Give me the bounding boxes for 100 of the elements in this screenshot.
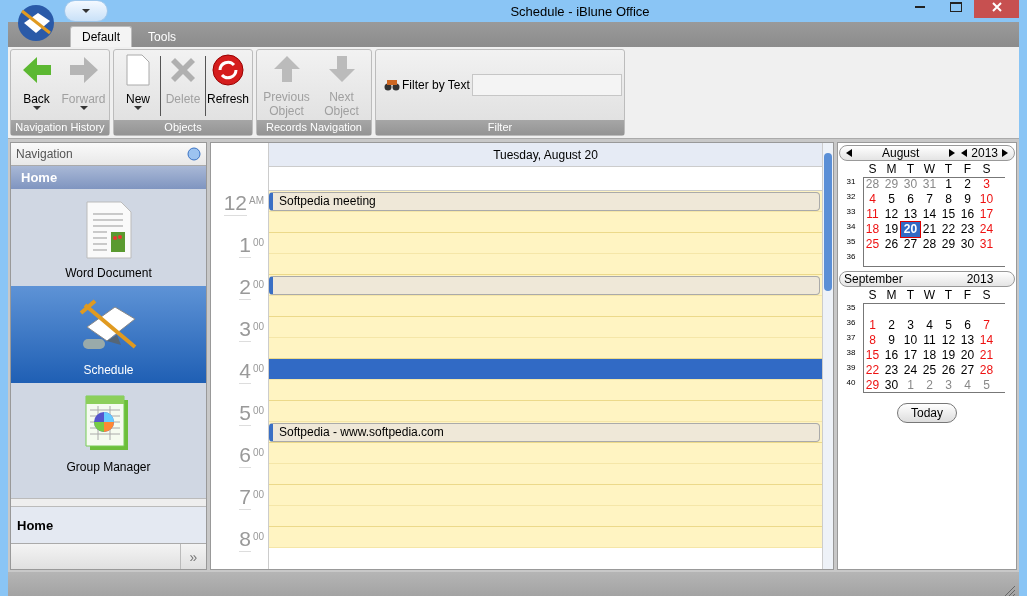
calendar-day[interactable]: 24 (977, 222, 996, 237)
calendar-day[interactable]: 2 (920, 378, 939, 393)
calendar-day[interactable]: 26 (882, 237, 901, 252)
calendar-day[interactable]: 8 (863, 333, 882, 348)
calendar-day[interactable]: 13 (958, 333, 977, 348)
calendar-day[interactable]: 14 (977, 333, 996, 348)
week-number: 33 (845, 207, 857, 216)
week-number: 35 (845, 303, 857, 312)
calendar-day[interactable]: 6 (901, 192, 920, 207)
calendar-day[interactable]: 4 (958, 378, 977, 393)
calendar-day[interactable]: 1 (863, 318, 882, 333)
calendar-day[interactable]: 27 (958, 363, 977, 378)
calendar-day[interactable]: 17 (977, 207, 996, 222)
calendar-day[interactable]: 5 (882, 192, 901, 207)
calendar-day[interactable]: 2 (958, 177, 977, 192)
calendar-day[interactable]: 30 (882, 378, 901, 393)
calendar-day[interactable]: 15 (939, 207, 958, 222)
calendar-day[interactable]: 25 (920, 363, 939, 378)
calendar-day[interactable]: 16 (882, 348, 901, 363)
navigation-item[interactable]: Schedule (11, 286, 206, 383)
year-label: 2013 (971, 146, 998, 160)
calendar-day[interactable]: 1 (939, 177, 958, 192)
calendar-day[interactable]: 3 (939, 378, 958, 393)
calendar-day[interactable]: 7 (920, 192, 939, 207)
calendar-day[interactable]: 23 (958, 222, 977, 237)
calendar-day[interactable]: 8 (939, 192, 958, 207)
selected-time-slot[interactable] (269, 359, 822, 380)
calendar-day[interactable]: 26 (939, 363, 958, 378)
calendar-day[interactable]: 1 (901, 378, 920, 393)
filter-field[interactable] (471, 74, 622, 96)
today-button[interactable]: Today (897, 403, 957, 423)
calendar-day[interactable]: 16 (958, 207, 977, 222)
expand-button[interactable]: » (180, 544, 206, 569)
calendar-day[interactable]: 12 (939, 333, 958, 348)
calendar-day[interactable]: 9 (882, 333, 901, 348)
filter-label: Filter by Text (402, 78, 470, 92)
calendar-day[interactable]: 13 (901, 207, 920, 222)
hour-label: 12 (223, 191, 247, 216)
calendar-day[interactable]: 14 (920, 207, 939, 222)
appointment[interactable]: Softpedia - www.softpedia.com (269, 423, 820, 442)
calendar-day[interactable]: 19 (939, 348, 958, 363)
calendar-day[interactable]: 22 (939, 222, 958, 237)
calendar-day[interactable]: 12 (882, 207, 901, 222)
toolbar-button[interactable]: Refresh (206, 52, 250, 106)
document-icon (84, 200, 133, 260)
ribbon-tab[interactable]: Default (70, 26, 133, 47)
toolbar-button[interactable]: Back (13, 52, 60, 110)
calendar-day[interactable]: 10 (977, 192, 996, 207)
toolbar-button[interactable]: New (116, 52, 160, 110)
calendar-day[interactable]: 25 (863, 237, 882, 252)
calendar-day[interactable]: 27 (901, 237, 920, 252)
minute-label: 00 (252, 236, 264, 250)
next-year-button[interactable] (1000, 148, 1010, 158)
calendar-day[interactable]: 24 (901, 363, 920, 378)
calendar-day[interactable]: 29 (939, 237, 958, 252)
calendar-day[interactable]: 30 (901, 177, 920, 192)
calendar-day[interactable]: 20 (958, 348, 977, 363)
calendar-day[interactable]: 17 (901, 348, 920, 363)
calendar-day[interactable]: 19 (882, 222, 901, 237)
navigation-item[interactable]: Group Manager (11, 383, 206, 480)
navigation-item[interactable]: Word Document (11, 189, 206, 286)
calendar-day[interactable]: 11 (920, 333, 939, 348)
calendar-day[interactable]: 2 (882, 318, 901, 333)
calendar-day[interactable]: 18 (863, 222, 882, 237)
scrollbar-thumb[interactable] (824, 153, 832, 291)
minute-label: 00 (252, 320, 264, 334)
calendar-day[interactable]: 28 (977, 363, 996, 378)
appointment[interactable]: Softpedia meeting (269, 192, 820, 211)
calendar-day[interactable]: 23 (882, 363, 901, 378)
calendar-day[interactable]: 28 (920, 237, 939, 252)
calendar-day[interactable]: 7 (977, 318, 996, 333)
splitter-handle[interactable] (11, 498, 206, 507)
current-section: Home (11, 507, 206, 543)
previous-month-button[interactable] (844, 148, 854, 158)
calendar-day[interactable]: 29 (882, 177, 901, 192)
calendar-day[interactable]: 11 (863, 207, 882, 222)
calendar-day[interactable]: 9 (958, 192, 977, 207)
calendar-day[interactable]: 31 (920, 177, 939, 192)
calendar-day[interactable]: 28 (863, 177, 882, 192)
calendar-day[interactable]: 31 (977, 237, 996, 252)
previous-year-button[interactable] (959, 148, 970, 158)
calendar-day[interactable]: 4 (920, 318, 939, 333)
calendar-day[interactable]: 10 (901, 333, 920, 348)
calendar-day[interactable]: 21 (977, 348, 996, 363)
close-button[interactable] (974, 0, 1019, 18)
calendar-day[interactable]: 30 (958, 237, 977, 252)
quick-access-button[interactable] (64, 0, 108, 22)
calendar-day[interactable]: 5 (977, 378, 996, 393)
weekday-label: F (962, 162, 973, 176)
calendar-day[interactable]: 20 (901, 222, 920, 237)
calendar-day[interactable]: 5 (939, 318, 958, 333)
calendar-day[interactable]: 4 (863, 192, 882, 207)
calendar-day[interactable]: 6 (958, 318, 977, 333)
calendar-day[interactable]: 22 (863, 363, 882, 378)
calendar-day[interactable]: 3 (977, 177, 996, 192)
calendar-day[interactable]: 15 (863, 348, 882, 363)
calendar-day[interactable]: 18 (920, 348, 939, 363)
calendar-day[interactable]: 3 (901, 318, 920, 333)
calendar-day[interactable]: 29 (863, 378, 882, 393)
calendar-day[interactable]: 21 (920, 222, 939, 237)
